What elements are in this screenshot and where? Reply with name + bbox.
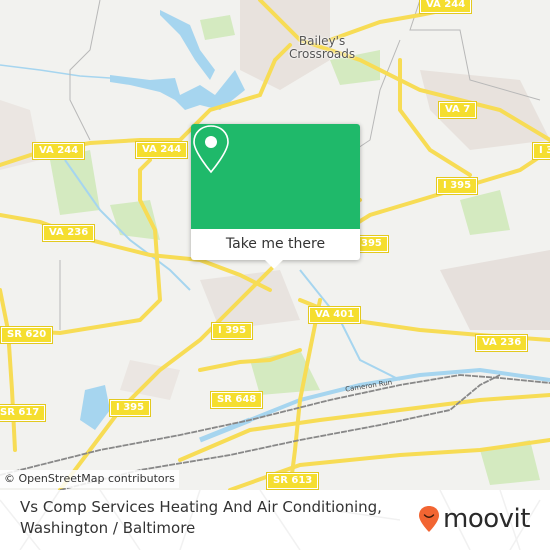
road-shield-va244: VA 244: [418, 0, 473, 14]
road-shield-va236: VA 236: [41, 224, 96, 242]
place-title-line1: Vs Comp Services Heating And Air Conditi…: [20, 498, 382, 516]
road-shield-i395: I 395: [435, 177, 479, 195]
road-shield-va236: VA 236: [474, 334, 529, 352]
moovit-logo[interactable]: moovit: [418, 505, 530, 533]
road-shield-va7: VA 7: [437, 101, 478, 119]
popup-pointer: [265, 260, 283, 269]
moovit-pin-icon: [419, 506, 439, 532]
place-title: Vs Comp Services Heating And Air Conditi…: [20, 497, 382, 539]
place-title-line2: Washington / Baltimore: [20, 519, 196, 537]
road-shield-va244: VA 244: [134, 141, 189, 159]
road-shield-va401: VA 401: [307, 306, 362, 324]
place-label-line2: Crossroads: [289, 47, 356, 61]
road-shield-sr620: SR 620: [0, 326, 54, 344]
map-attribution[interactable]: © OpenStreetMap contributors: [0, 470, 179, 488]
place-label-baileys-crossroads: Bailey's Crossroads: [289, 35, 355, 61]
map[interactable]: Bailey's Crossroads Cameron Run VA 244 V…: [0, 0, 550, 490]
location-pin-icon: [193, 125, 229, 174]
road-shield-i395: I 395: [210, 322, 254, 340]
popup-header: [191, 124, 360, 229]
road-shield-sr648: SR 648: [209, 391, 264, 409]
road-shield-sr613: SR 613: [265, 472, 320, 490]
map-popup: Take me there: [191, 124, 360, 269]
road-shield-sr617: SR 617: [0, 404, 47, 422]
moovit-wordmark: moovit: [443, 504, 530, 534]
road-shield-i395: I 395: [108, 399, 152, 417]
place-label-line1: Bailey's: [298, 34, 346, 48]
road-shield-va244: VA 244: [31, 142, 86, 160]
take-me-there-button[interactable]: Take me there: [191, 229, 360, 260]
road-shield-i395: I 3: [531, 142, 550, 160]
